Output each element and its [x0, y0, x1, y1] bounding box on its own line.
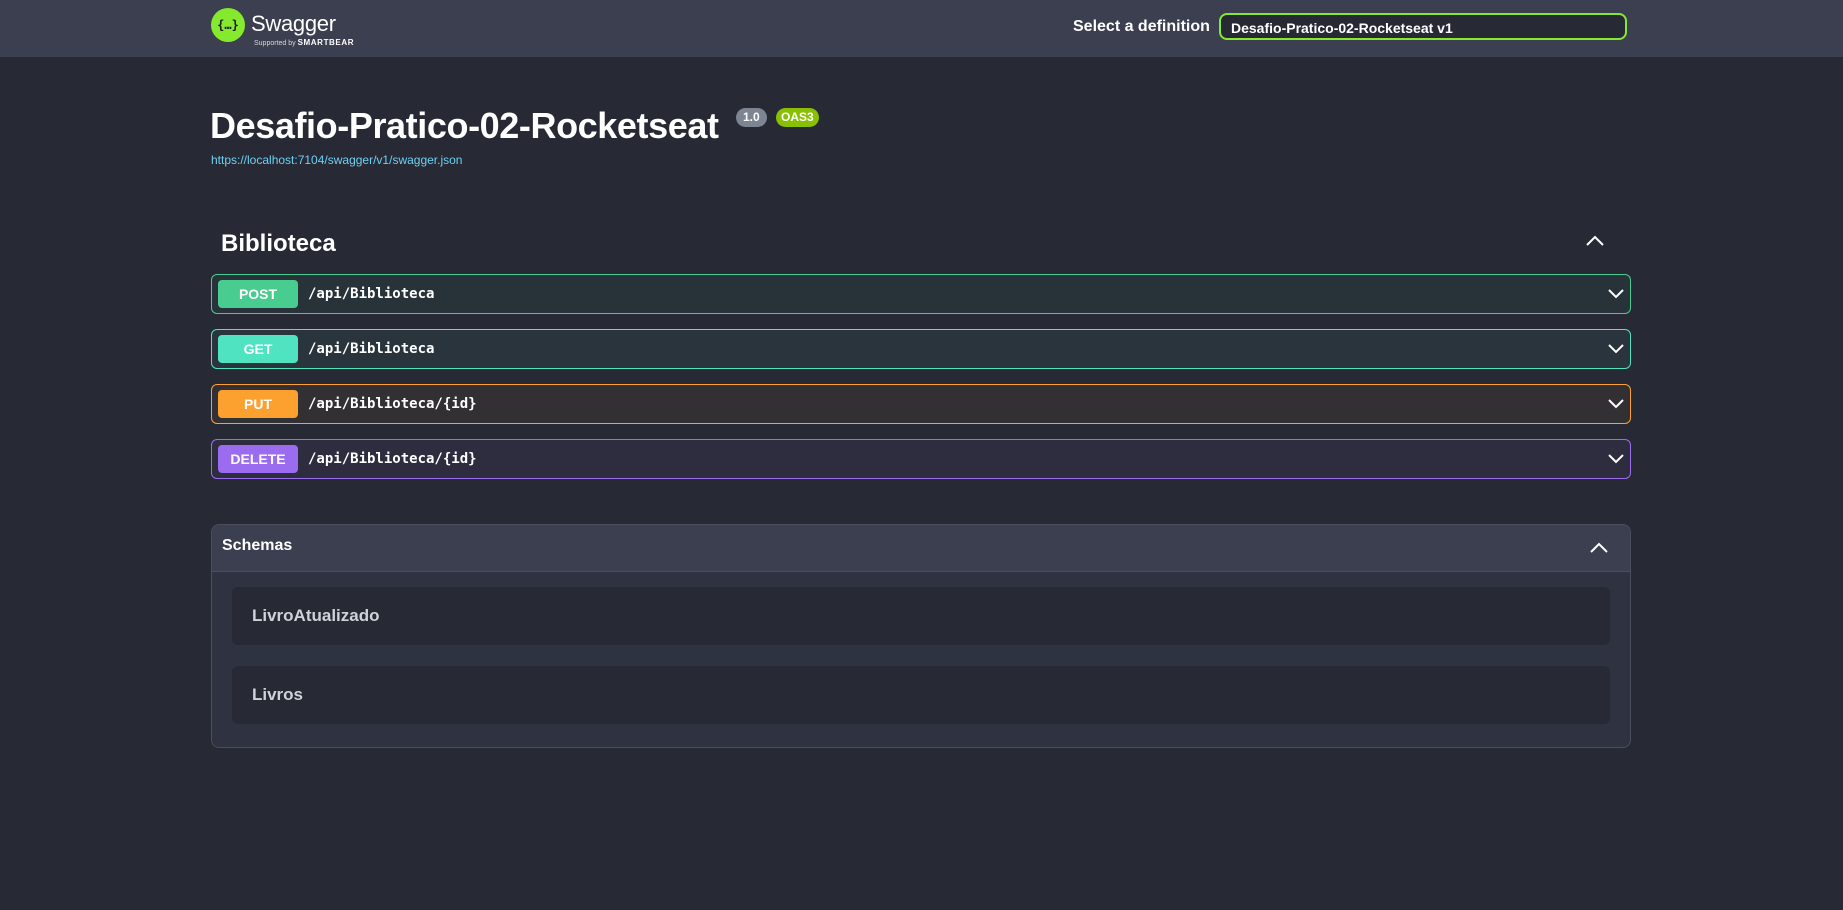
operation-path: /api/Biblioteca/{id} — [308, 451, 477, 467]
operation-post-biblioteca[interactable]: POST /api/Biblioteca — [211, 274, 1631, 314]
model-livros[interactable]: Livros — [232, 666, 1610, 724]
chevron-up-icon[interactable] — [1588, 539, 1610, 557]
method-badge: PUT — [218, 390, 298, 418]
definition-select[interactable]: Desafio-Pratico-02-Rocketseat v1 — [1219, 13, 1627, 40]
logo-sub-brand: SMARTBEAR — [297, 38, 355, 47]
logo-sub-prefix: Supported by — [254, 40, 296, 47]
model-name: Livros — [252, 685, 304, 704]
top-bar: {…} Swagger Supported by SMARTBEAR Selec… — [0, 0, 1843, 57]
schemas-section: Schemas LivroAtualizado Livros — [211, 524, 1631, 748]
model-livroatualizado[interactable]: LivroAtualizado — [232, 587, 1610, 645]
schemas-body: LivroAtualizado Livros — [212, 572, 1630, 747]
schemas-header[interactable]: Schemas — [212, 525, 1630, 572]
logo-text: Swagger Supported by SMARTBEAR — [251, 8, 361, 48]
operation-put-biblioteca-id[interactable]: PUT /api/Biblioteca/{id} — [211, 384, 1631, 424]
tag-title[interactable]: Biblioteca — [221, 230, 336, 258]
operation-get-biblioteca[interactable]: GET /api/Biblioteca — [211, 329, 1631, 369]
schemas-title: Schemas — [222, 537, 293, 554]
method-badge: POST — [218, 280, 298, 308]
select-definition-label: Select a definition — [1073, 18, 1210, 35]
page-title: Desafio-Pratico-02-Rocketseat — [210, 105, 719, 146]
method-badge: GET — [218, 335, 298, 363]
chevron-down-icon[interactable] — [1606, 286, 1626, 302]
oas-badge: OAS3 — [776, 108, 819, 127]
operation-path: /api/Biblioteca/{id} — [308, 396, 477, 412]
logo-subtitle: Supported by SMARTBEAR — [254, 38, 354, 47]
spec-url-link[interactable]: https://localhost:7104/swagger/v1/swagge… — [211, 153, 462, 167]
logo-name: Swagger — [251, 11, 336, 36]
chevron-down-icon[interactable] — [1606, 341, 1626, 357]
operation-path: /api/Biblioteca — [308, 286, 435, 302]
chevron-down-icon[interactable] — [1606, 451, 1626, 467]
version-badge: 1.0 — [736, 108, 767, 127]
operation-delete-biblioteca-id[interactable]: DELETE /api/Biblioteca/{id} — [211, 439, 1631, 479]
chevron-down-icon[interactable] — [1606, 396, 1626, 412]
swagger-logo-icon: {…} — [211, 8, 245, 42]
model-name: LivroAtualizado — [252, 606, 380, 625]
operation-path: /api/Biblioteca — [308, 341, 435, 357]
swagger-logo[interactable]: {…} Swagger Supported by SMARTBEAR — [211, 8, 361, 48]
chevron-up-icon[interactable] — [1584, 232, 1606, 250]
method-badge: DELETE — [218, 445, 298, 473]
